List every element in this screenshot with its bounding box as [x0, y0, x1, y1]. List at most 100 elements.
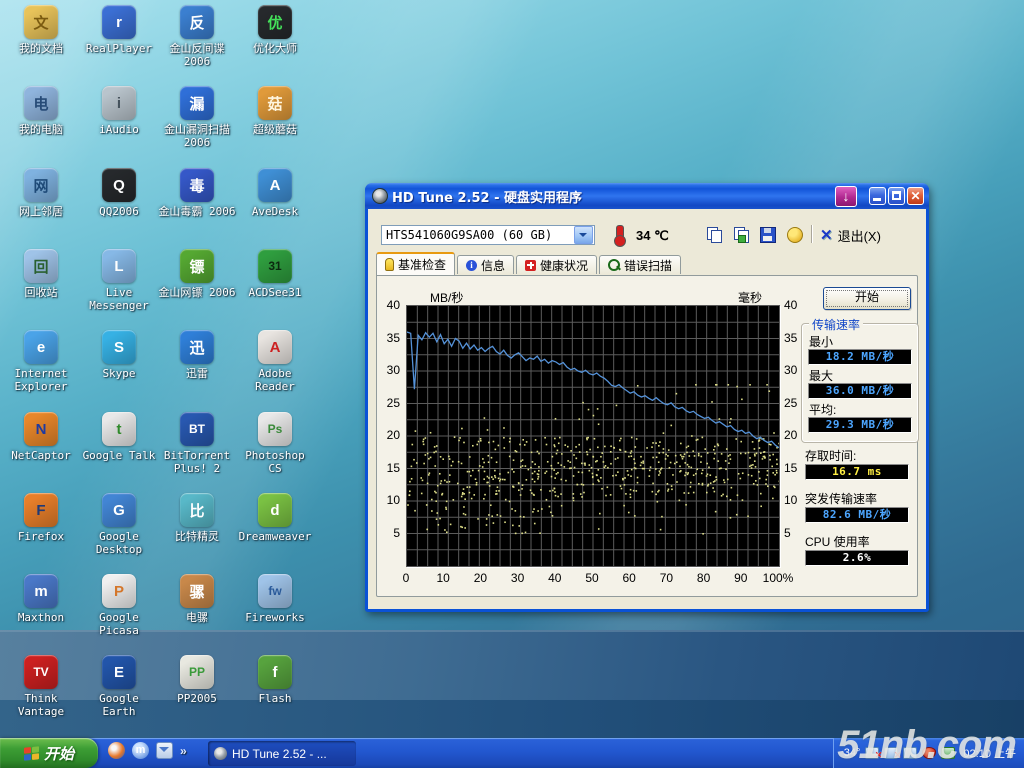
benchmark-icon — [385, 258, 394, 271]
copy-text-button[interactable] — [702, 223, 726, 246]
y-tick-left: 25 — [376, 396, 400, 410]
hdtune-task-button[interactable]: HD Tune 2.52 - ... — [208, 741, 356, 766]
network-offline2-icon[interactable] — [884, 747, 898, 759]
desktop-icon-netcaptor[interactable]: NNetCaptor — [2, 412, 80, 462]
maxthon-icon[interactable] — [132, 742, 149, 759]
network-offline-icon[interactable] — [865, 747, 879, 759]
desktop-icon-network-places[interactable]: 网网上邻居 — [2, 168, 80, 218]
copy-image-button[interactable] — [729, 223, 753, 246]
tab-benchmark[interactable]: 基准检查 — [376, 252, 455, 275]
desktop-icon-label: iAudio — [80, 123, 158, 136]
tab-info[interactable]: 信息 — [457, 255, 514, 274]
desktop-icon-label: 我的文档 — [2, 42, 80, 55]
desktop-icon-realplayer[interactable]: rRealPlayer — [80, 5, 158, 55]
desktop-icon-thinkvantage[interactable]: TVThink Vantage — [2, 655, 80, 718]
desktop-icon-super-mushroom[interactable]: 菇超级蘑菇 — [236, 86, 314, 136]
tab-scan[interactable]: 错误扫描 — [599, 255, 681, 274]
desktop-icon-youhua-dashi[interactable]: 优优化大师 — [236, 5, 314, 55]
my-documents-icon: 文 — [24, 5, 58, 39]
start-benchmark-button[interactable]: 开始 — [823, 287, 911, 310]
update-download-button[interactable] — [835, 186, 857, 207]
desktop-icon-bittorrent-plus2[interactable]: BTBitTorrent Plus! 2 — [158, 412, 236, 475]
desktop-icon-maxthon[interactable]: mMaxthon — [2, 574, 80, 624]
tab-label: 错误扫描 — [624, 257, 672, 274]
desktop-icon-label: Google Desktop — [80, 530, 158, 556]
min-value: 18.2 MB/秒 — [808, 349, 912, 365]
y-tick-left: 40 — [376, 298, 400, 312]
desktop-icon-fireworks[interactable]: fwFireworks — [236, 574, 314, 624]
volume-icon[interactable] — [903, 747, 917, 759]
desktop-icon-bitspirit[interactable]: 比比特精灵 — [158, 493, 236, 543]
desktop-icon-kingsoft-vulnscan-2006[interactable]: 漏金山漏洞扫描 2006 — [158, 86, 236, 149]
maximize-button[interactable] — [888, 187, 905, 205]
desktop-icon-kingsoft-netguard-2006[interactable]: 镖金山网镖 2006 — [158, 249, 236, 299]
iaudio-icon: i — [102, 86, 136, 120]
desktop-icon-emule[interactable]: 骡电骡 — [158, 574, 236, 624]
security-alert-icon[interactable] — [922, 747, 936, 759]
desktop-icon-acdsee31[interactable]: 31ACDSee31 — [236, 249, 314, 299]
desktop-icon-label: Internet Explorer — [2, 367, 80, 393]
desktop-icon-photoshop-cs[interactable]: Ps Photoshop CS — [236, 412, 314, 475]
desktop-icon-google-picasa[interactable]: P Google Picasa — [80, 574, 158, 637]
desktop-icon-label: Google Picasa — [80, 611, 158, 637]
drive-temperature: 34 ℃ — [636, 228, 669, 244]
desktop-icon-kingsoft-duba-2006[interactable]: 毒金山毒霸 2006 — [158, 168, 236, 218]
window-titlebar[interactable]: HD Tune 2.52 - 硬盘实用程序 — [365, 183, 929, 209]
drive-select[interactable]: HTS541060G9SA00 (60 GB) — [381, 225, 595, 245]
tab-health[interactable]: 健康状况 — [516, 255, 597, 274]
desktop-icon-iaudio[interactable]: i iAudio — [80, 86, 158, 136]
desktop-icon-firefox[interactable]: FFirefox — [2, 493, 80, 543]
desktop-icon-internet-explorer[interactable]: eInternet Explorer — [2, 330, 80, 393]
burst-rate-value: 82.6 MB/秒 — [805, 507, 909, 523]
options-button[interactable] — [783, 223, 807, 246]
x-tick: 60 — [623, 571, 636, 585]
y-tick-left: 35 — [376, 331, 400, 345]
health-icon — [525, 260, 536, 271]
desktop-icon-google-earth[interactable]: EGoogle Earth — [80, 655, 158, 718]
desktop-icon-label: Fireworks — [236, 611, 314, 624]
desktop-icon-label: Photoshop CS — [236, 449, 314, 475]
tab-label: 信息 — [481, 257, 505, 274]
messenger-tray-icon[interactable] — [941, 747, 955, 759]
desktop-icon-live-messenger[interactable]: LLive Messenger — [80, 249, 158, 312]
save-button[interactable] — [756, 223, 780, 246]
desktop-icon-recycle-bin[interactable]: 回回收站 — [2, 249, 80, 299]
outlook-express-icon[interactable] — [156, 742, 173, 759]
desktop-icon-label: Think Vantage — [2, 692, 80, 718]
x-tick: 80 — [697, 571, 710, 585]
desktop-icon-pp2005[interactable]: PPPP2005 — [158, 655, 236, 705]
max-label: 最大 — [809, 367, 833, 384]
recycle-bin-icon: 回 — [24, 249, 58, 283]
firefox-icon: F — [24, 493, 58, 527]
hdtune-task-icon — [214, 747, 227, 760]
desktop-icon-my-documents[interactable]: 文我的文档 — [2, 5, 80, 55]
desktop-icon-label: 金山漏洞扫描 2006 — [158, 123, 236, 149]
photoshop-cs-icon: Ps — [258, 412, 292, 446]
close-button[interactable] — [907, 187, 924, 205]
x-tick: 100% — [763, 571, 794, 585]
chevron-double-icon[interactable]: » — [180, 744, 187, 758]
desktop-icon-skype[interactable]: SSkype — [80, 330, 158, 380]
desktop-icon-adobe-reader[interactable]: AAdobe Reader — [236, 330, 314, 393]
desktop-icon-google-desktop[interactable]: GGoogle Desktop — [80, 493, 158, 556]
desktop-icon-flash[interactable]: fFlash — [236, 655, 314, 705]
y-tick-left: 10 — [376, 493, 400, 507]
desktop-icon-kingsoft-antispyware-2006[interactable]: 反金山反间谍 2006 — [158, 5, 236, 68]
desktop-icon-avedesk[interactable]: AAveDesk — [236, 168, 314, 218]
y-axis-unit-right: 毫秒 — [738, 289, 762, 306]
desktop-icon-qq2006[interactable]: QQQ2006 — [80, 168, 158, 218]
desktop-icon-google-talk[interactable]: tGoogle Talk — [80, 412, 158, 462]
start-button[interactable]: 开始 — [0, 738, 98, 768]
google-picasa-icon: P — [102, 574, 136, 608]
desktop: 文我的文档rRealPlayer反金山反间谍 2006优优化大师电我的电脑 i iA… — [0, 0, 1024, 768]
desktop-icon-dreamweaver[interactable]: dDreamweaver — [236, 493, 314, 543]
browser-icon[interactable] — [108, 742, 125, 759]
hdtune-window: HD Tune 2.52 - 硬盘实用程序 HTS541060G9SA00 (6… — [365, 183, 929, 612]
chevron-down-icon[interactable] — [574, 226, 593, 244]
minimize-button[interactable] — [869, 187, 886, 205]
desktop-icon-my-computer[interactable]: 电我的电脑 — [2, 86, 80, 136]
desktop-icon-xunlei[interactable]: 迅迅雷 — [158, 330, 236, 380]
y-tick-left: 5 — [376, 526, 400, 540]
exit-button[interactable]: ✕ 退出(X) — [820, 226, 881, 244]
y-tick-right: 20 — [784, 428, 797, 442]
